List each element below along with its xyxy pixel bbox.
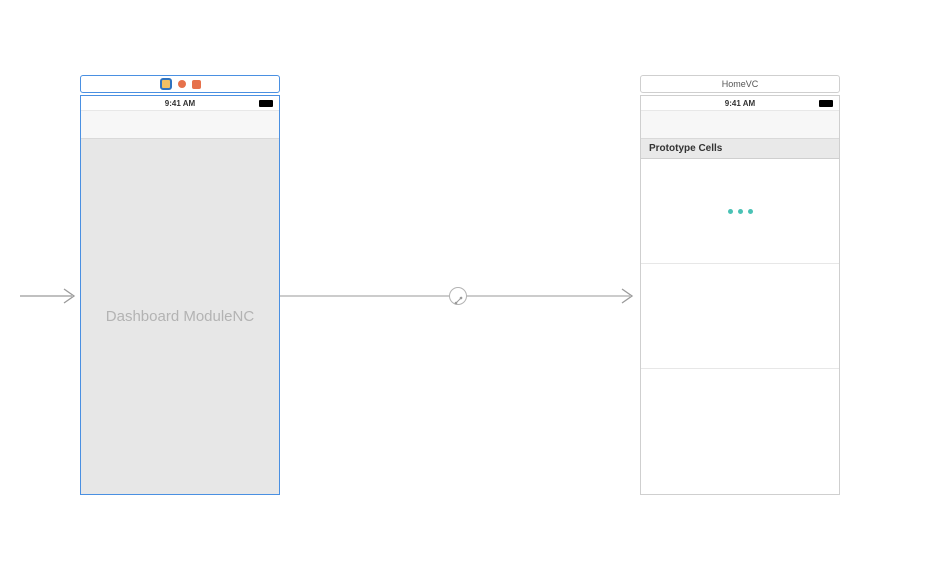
relationship-segue-icon: [454, 292, 463, 301]
exit-icon: [192, 80, 201, 89]
dot-icon: [748, 209, 753, 214]
dot-icon: [738, 209, 743, 214]
battery-icon: [819, 100, 833, 107]
initial-scene-arrow: [20, 286, 80, 306]
prototype-cells-label: Prototype Cells: [649, 143, 722, 154]
battery-icon: [259, 100, 273, 107]
scene1-status-time: 9:41 AM: [165, 99, 195, 108]
scene1-placeholder: Dashboard ModuleNC: [81, 139, 279, 494]
scene2-table-view[interactable]: [641, 159, 839, 494]
segue-badge[interactable]: [449, 287, 467, 305]
scene1-header[interactable]: [80, 75, 280, 93]
scene2-nav-bar: [641, 111, 839, 139]
prototype-cells-header: Prototype Cells: [641, 139, 839, 159]
table-cell[interactable]: [641, 264, 839, 369]
scene2-status-time: 9:41 AM: [725, 99, 755, 108]
table-cell[interactable]: [641, 369, 839, 474]
table-cell[interactable]: [641, 159, 839, 264]
scene1-navigation-controller[interactable]: 9:41 AM Dashboard ModuleNC: [80, 95, 280, 495]
scene1-status-bar: 9:41 AM: [81, 96, 279, 111]
dot-icon: [728, 209, 733, 214]
scene1-nav-bar: [81, 111, 279, 139]
scene1-header-icons: [160, 78, 201, 90]
navigation-controller-icon: [160, 78, 172, 90]
scene2-home-vc[interactable]: 9:41 AM Prototype Cells: [640, 95, 840, 495]
first-responder-icon: [178, 80, 186, 88]
ellipsis-indicator: [728, 209, 753, 214]
scene1-placeholder-label: Dashboard ModuleNC: [106, 308, 254, 325]
scene2-status-bar: 9:41 AM: [641, 96, 839, 111]
scene2-header[interactable]: HomeVC: [640, 75, 840, 93]
scene2-header-title: HomeVC: [722, 79, 759, 89]
